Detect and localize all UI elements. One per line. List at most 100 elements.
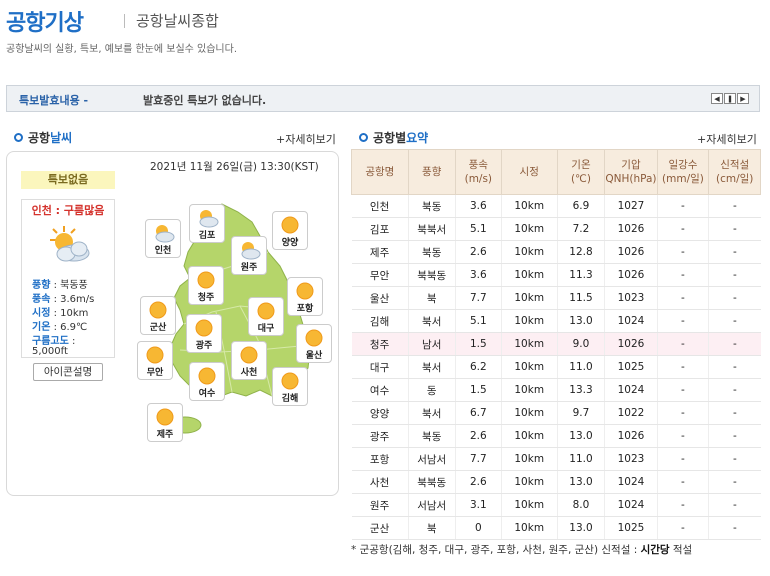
table-row: 울산 북 7.7 10km 11.5 1023- - xyxy=(351,286,761,310)
table-cell: 북북동 xyxy=(407,263,456,287)
map-marker-muan[interactable]: 무안 xyxy=(137,341,173,380)
table-cell: - xyxy=(656,217,709,241)
table-cell: 1022 xyxy=(604,401,658,425)
table-cell: 10km xyxy=(500,332,558,356)
table-cell: 2.6 xyxy=(454,240,502,264)
map-marker-wonju[interactable]: 원주 xyxy=(231,236,267,275)
table-cell: 13.0 xyxy=(556,470,605,494)
table-cell: 3.6 xyxy=(454,194,502,218)
table-cell: - xyxy=(656,516,709,540)
table-cell: 13.0 xyxy=(556,424,605,448)
icon-legend-button[interactable]: 아이콘설명 xyxy=(33,363,103,381)
map-marker-yeosu[interactable]: 여수 xyxy=(189,362,225,401)
heading-part: 공항별 xyxy=(373,131,407,145)
table-cell: 포항 xyxy=(351,447,409,471)
map-marker-jeju[interactable]: 제주 xyxy=(147,403,183,442)
table-row: 김포 북북서 5.1 10km 7.2 1026- - xyxy=(351,217,761,241)
marker-label: 청주 xyxy=(197,293,215,303)
heading-highlight: 날씨 xyxy=(50,131,73,145)
map-marker-incheon[interactable]: 인천 xyxy=(145,219,181,258)
table-cell: 김해 xyxy=(351,309,409,333)
map-marker-pohang[interactable]: 포항 xyxy=(287,277,323,316)
table-cell: 2.6 xyxy=(454,424,502,448)
col-airport: 공항명 xyxy=(351,149,409,195)
wind-direction-row: 풍향 : 북동풍 xyxy=(32,280,88,291)
table-cell: 5.1 xyxy=(454,217,502,241)
airport-weather-heading: 공항 날씨 xyxy=(14,129,72,146)
heading-part: 공항 xyxy=(28,131,51,145)
weather-more-link[interactable]: +자세히보기 xyxy=(276,131,336,147)
map-marker-daegu[interactable]: 대구 xyxy=(248,297,284,336)
next-icon[interactable]: ▶ xyxy=(737,93,749,104)
table-row: 광주 북동 2.6 10km 13.0 1026- - xyxy=(351,424,761,448)
table-cell: 7.2 xyxy=(556,217,605,241)
table-cell: 11.0 xyxy=(556,447,605,471)
table-cell: 1026 xyxy=(604,332,658,356)
table-row: 원주 서남서 3.1 10km 8.0 1024- - xyxy=(351,493,761,517)
table-row: 군산 북 0 10km 13.0 1025- - xyxy=(351,516,761,540)
table-cell: 5.1 xyxy=(454,309,502,333)
table-cell: - xyxy=(656,309,709,333)
table-cell: - xyxy=(708,355,761,379)
map-marker-yangyang[interactable]: 양양 xyxy=(272,211,308,250)
table-cell: 6.7 xyxy=(454,401,502,425)
table-cell: 10km xyxy=(500,516,558,540)
table-cell: 1024 xyxy=(604,470,658,494)
marker-label: 원주 xyxy=(240,263,258,273)
table-cell: - xyxy=(656,263,709,287)
table-cell: 6.2 xyxy=(454,355,502,379)
map-marker-ulsan[interactable]: 울산 xyxy=(296,324,332,363)
table-cell: - xyxy=(656,378,709,402)
summary-more-link[interactable]: +자세히보기 xyxy=(697,131,757,147)
table-cell: 10km xyxy=(500,309,558,333)
table-row: 제주 북동 2.6 10km 12.8 1026- - xyxy=(351,240,761,264)
pause-icon[interactable]: ❚ xyxy=(724,93,736,104)
map-marker-cheongju[interactable]: 청주 xyxy=(188,266,224,305)
table-cell: 3.1 xyxy=(454,493,502,517)
table-cell: 1026 xyxy=(604,240,658,264)
col-wind-speed: 풍속 (m/s) xyxy=(454,149,502,195)
page-subtitle: 공항날씨종합 xyxy=(136,12,219,30)
map-marker-gimhae[interactable]: 김해 xyxy=(272,367,308,406)
card-title: 인천 : 구름많음 xyxy=(31,204,105,217)
table-cell: 군산 xyxy=(351,516,409,540)
prev-icon[interactable]: ◀ xyxy=(711,93,723,104)
table-cell: - xyxy=(708,332,761,356)
table-cell: 10km xyxy=(500,447,558,471)
table-cell: 1026 xyxy=(604,263,658,287)
table-cell: 13.3 xyxy=(556,378,605,402)
map-marker-sacheon[interactable]: 사천 xyxy=(231,341,267,380)
visibility-row: 시정 : 10km xyxy=(32,308,89,319)
page-description: 공항날씨의 실황, 특보, 예보를 한눈에 보실수 있습니다. xyxy=(6,44,238,55)
map-marker-gimpo[interactable]: 김포 xyxy=(189,204,225,243)
table-cell: 청주 xyxy=(351,332,409,356)
bullet-icon xyxy=(359,133,368,142)
table-cell: - xyxy=(656,332,709,356)
footnote-suffix: 적설 xyxy=(669,544,693,556)
table-cell: - xyxy=(656,447,709,471)
airport-summary-heading: 공항별 요약 xyxy=(359,129,428,146)
table-cell: 북동 xyxy=(407,240,456,264)
table-cell: 북북동 xyxy=(407,470,456,494)
table-cell: 울산 xyxy=(351,286,409,310)
marker-label: 군산 xyxy=(149,323,167,333)
table-cell: 북서 xyxy=(407,309,456,333)
table-row: 김해 북서 5.1 10km 13.0 1024- - xyxy=(351,309,761,333)
table-cell: 10km xyxy=(500,378,558,402)
footnote-text: * 군공항(김해, 청주, 대구, 광주, 포항, 사천, 원주, 군산) 신적… xyxy=(351,544,641,556)
wind-speed-row: 풍속 : 3.6m/s xyxy=(32,294,95,305)
table-cell: - xyxy=(708,194,761,218)
table-cell: 광주 xyxy=(351,424,409,448)
table-cell: 11.0 xyxy=(556,355,605,379)
table-row: 여수 동 1.5 10km 13.3 1024- - xyxy=(351,378,761,402)
cloudy-sun-icon xyxy=(44,224,94,269)
airport-info-card: 인천 : 구름많음 풍향 : 북동풍 풍속 : 3.6m/s 시정 : 10km… xyxy=(21,199,115,358)
alert-bar: 특보발효내용 - 발효중인 특보가 없습니다. ◀ ❚ ▶ xyxy=(6,85,760,112)
alert-label: 특보발효내용 - xyxy=(19,94,89,107)
table-cell: - xyxy=(656,401,709,425)
table-cell: - xyxy=(708,493,761,517)
map-marker-gwangju[interactable]: 광주 xyxy=(186,314,222,353)
table-cell: - xyxy=(708,217,761,241)
map-marker-gunsan[interactable]: 군산 xyxy=(140,296,176,335)
table-cell: 9.0 xyxy=(556,332,605,356)
